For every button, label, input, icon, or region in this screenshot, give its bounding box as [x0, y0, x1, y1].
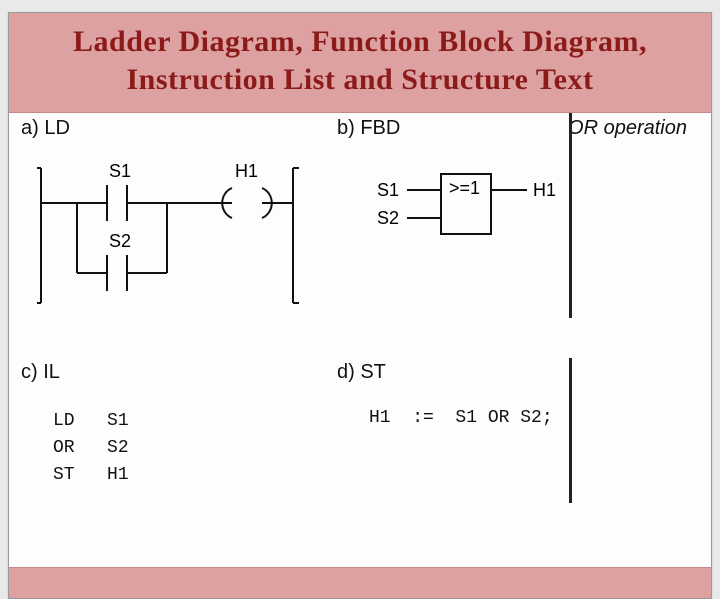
operation-label: OR operation: [568, 117, 687, 140]
ld-h1-label: H1: [235, 161, 258, 181]
instruction-list: LD S1 OR S2 ST H1: [53, 408, 129, 489]
st-code: H1 := S1 OR S2;: [369, 408, 553, 428]
il-row-0-op: LD: [53, 411, 75, 431]
il-row-2-op: ST: [53, 465, 75, 485]
slide-body: a) LD b) FBD c) IL d) ST OR operation: [9, 113, 711, 563]
section-a-label: a) LD: [21, 117, 70, 140]
section-c-label: c) IL: [21, 361, 60, 384]
ld-s1-label: S1: [109, 161, 131, 181]
ld-s2-label: S2: [109, 231, 131, 251]
bottom-band: [9, 567, 711, 598]
title-line-1: Ladder Diagram, Function Block Diagram,: [21, 23, 699, 61]
separator-bottom: [569, 358, 572, 503]
title-band: Ladder Diagram, Function Block Diagram, …: [9, 13, 711, 113]
title-line-2: Instruction List and Structure Text: [21, 61, 699, 99]
section-b-label: b) FBD: [337, 117, 400, 140]
il-row-0-arg: S1: [107, 411, 129, 431]
slide-card: Ladder Diagram, Function Block Diagram, …: [8, 12, 712, 599]
il-row-1-arg: S2: [107, 438, 129, 458]
fbd-in1-label: S1: [377, 180, 399, 200]
ladder-diagram: S1 S2 H1: [37, 163, 297, 313]
page: Ladder Diagram, Function Block Diagram, …: [0, 0, 720, 599]
fbd-out-label: H1: [533, 180, 556, 200]
function-block-diagram: S1 S2 >=1 H1: [349, 168, 609, 258]
fbd-in2-label: S2: [377, 208, 399, 228]
fbd-block-label: >=1: [449, 178, 480, 198]
il-row-1-op: OR: [53, 438, 75, 458]
structured-text: H1 := S1 OR S2;: [369, 408, 553, 428]
section-d-label: d) ST: [337, 361, 386, 384]
il-row-2-arg: H1: [107, 465, 129, 485]
